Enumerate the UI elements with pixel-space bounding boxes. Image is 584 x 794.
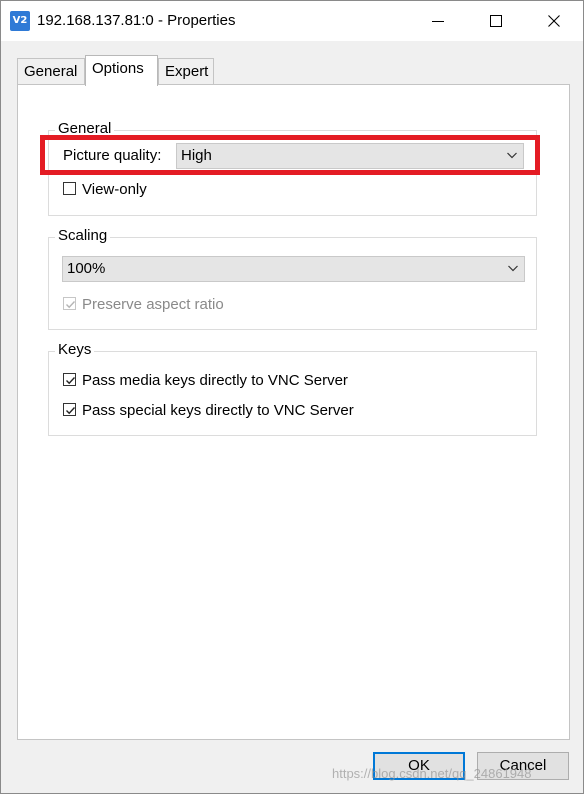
title-bar[interactable]: V2 192.168.137.81:0 - Properties <box>1 1 583 41</box>
scaling-dropdown[interactable]: 100% <box>62 256 525 282</box>
close-icon <box>548 15 560 27</box>
special-keys-label: Pass special keys directly to VNC Server <box>82 402 354 419</box>
keys-group-legend: Keys <box>55 340 95 360</box>
window-title: 192.168.137.81:0 - Properties <box>37 12 236 29</box>
tab-general[interactable]: General <box>17 58 85 84</box>
checkmark-icon <box>66 377 76 385</box>
ok-button[interactable]: OK <box>373 752 465 780</box>
preserve-aspect-ratio-checkbox <box>63 297 76 310</box>
chevron-down-icon <box>508 265 518 272</box>
annotation-highlight-box <box>40 135 540 175</box>
close-button[interactable] <box>525 1 583 41</box>
view-only-label: View-only <box>82 181 147 198</box>
minimize-icon <box>432 21 444 22</box>
options-panel: General Picture quality: High View-only … <box>17 84 570 740</box>
minimize-button[interactable] <box>409 1 467 41</box>
tab-strip: General Options Expert <box>17 55 577 86</box>
view-only-checkbox[interactable] <box>63 182 76 195</box>
properties-dialog: V2 192.168.137.81:0 - Properties General… <box>0 0 584 794</box>
maximize-button[interactable] <box>467 1 525 41</box>
checkmark-icon <box>66 301 76 309</box>
vnc-viewer-app-icon: V2 <box>10 11 30 31</box>
scaling-group-legend: Scaling <box>55 226 111 246</box>
media-keys-label: Pass media keys directly to VNC Server <box>82 372 348 389</box>
cancel-button[interactable]: Cancel <box>477 752 569 780</box>
preserve-aspect-ratio-label: Preserve aspect ratio <box>82 296 224 313</box>
maximize-icon <box>490 15 502 27</box>
special-keys-checkbox[interactable] <box>63 403 76 416</box>
scaling-value: 100% <box>67 260 106 277</box>
scaling-group: Scaling 100% Preserve aspect ratio <box>48 226 537 330</box>
media-keys-checkbox[interactable] <box>63 373 76 386</box>
checkmark-icon <box>66 407 76 415</box>
keys-group: Keys Pass media keys directly to VNC Ser… <box>48 340 537 436</box>
tab-expert[interactable]: Expert <box>158 58 214 84</box>
tab-options[interactable]: Options <box>85 55 158 86</box>
